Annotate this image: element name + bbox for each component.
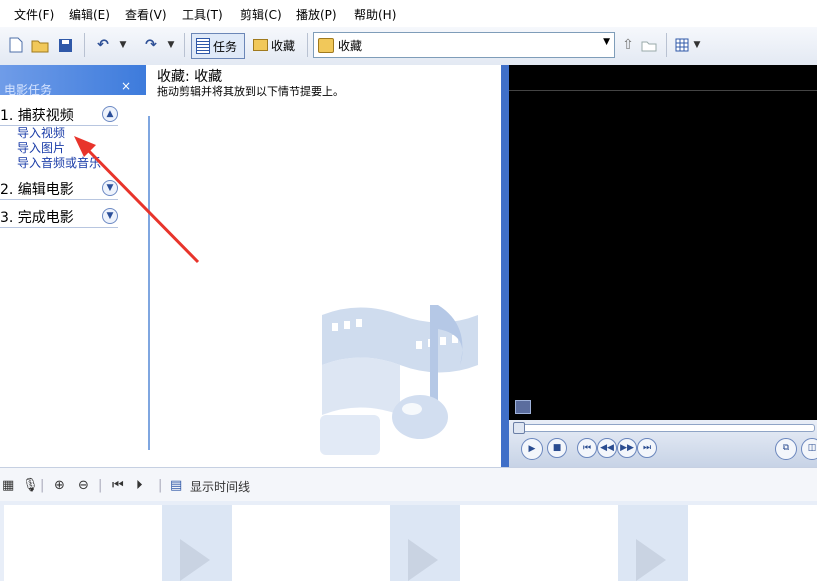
folder-icon (253, 39, 268, 51)
split-clip-icon[interactable]: ⧉ (775, 438, 797, 460)
menu-bar: 文件(F) 编辑(E) 查看(V) 工具(T) 剪辑(C) 播放(P) 帮助(H… (0, 0, 817, 27)
tasks-label: 任务 (213, 39, 238, 54)
collection-content-pane: 收藏: 收藏 拖动剪辑并将其放到以下情节提要上。 (150, 65, 501, 467)
toolbar-separator: | (158, 478, 163, 493)
collection-hint: 拖动剪辑并将其放到以下情节提要上。 (157, 85, 344, 98)
collection-select[interactable]: 收藏 ▼ (313, 32, 615, 58)
transition-arrow-icon (636, 539, 666, 581)
narrate-icon[interactable]: 🎙︎ (22, 478, 39, 493)
menu-tools[interactable]: 工具(T) (182, 6, 223, 23)
main-toolbar: ↶ ▼ ↷ ▼ 任务 收藏 收藏 ▼ ⇧ ▼ (0, 27, 817, 66)
timeline-icon[interactable]: ▤ (170, 478, 182, 493)
undo-icon[interactable]: ↶ (92, 35, 114, 55)
new-project-icon[interactable] (8, 35, 24, 55)
collection-select-value: 收藏 (338, 38, 363, 53)
storyboard-toolbar: ▦ 🎙︎ | ⊕ ⊖ | ⏮ ⏵ | ▤ 显示时间线 (0, 467, 817, 502)
menu-play[interactable]: 播放(P) (296, 6, 337, 23)
new-collection-icon[interactable] (640, 35, 658, 55)
step-label: 2. 编辑电影 (0, 182, 74, 198)
menu-edit[interactable]: 编辑(E) (69, 6, 110, 23)
storyboard-clip-slot[interactable] (232, 505, 390, 581)
fullscreen-icon[interactable] (515, 400, 531, 414)
step-label: 1. 捕获视频 (0, 108, 74, 124)
tasks-pane-header: 电影任务 × (0, 65, 146, 97)
play-icon[interactable]: ▶ (521, 438, 543, 460)
play-storyboard-icon[interactable]: ⏵ (136, 478, 143, 493)
zoom-out-icon[interactable]: ⊖ (78, 478, 89, 493)
step-capture-video[interactable]: 1. 捕获视频 ▲ (0, 105, 118, 126)
collection-select-icon (318, 37, 334, 53)
zoom-in-icon[interactable]: ⊕ (54, 478, 65, 493)
preview-monitor: ▶ ■ ⏮ ◀◀ ▶▶ ⏭ ⧉ ◫ (509, 65, 817, 467)
rewind-storyboard-icon[interactable]: ⏮ (112, 478, 124, 493)
storyboard-clip-slot[interactable] (688, 505, 817, 581)
movie-maker-watermark-icon (320, 305, 478, 455)
undo-dropdown-icon[interactable]: ▼ (118, 35, 128, 55)
up-level-icon[interactable]: ⇧ (619, 35, 637, 55)
save-icon[interactable] (56, 35, 74, 55)
view-dropdown-icon[interactable]: ▼ (692, 35, 702, 55)
step-edit-movie[interactable]: 2. 编辑电影 ▼ (0, 179, 118, 200)
next-frame-icon[interactable]: ⏭ (637, 438, 657, 458)
collections-button[interactable]: 收藏 (251, 33, 301, 57)
take-picture-icon[interactable]: ◫ (801, 438, 817, 460)
menu-file[interactable]: 文件(F) (14, 6, 54, 23)
toolbar-separator: | (40, 478, 45, 493)
rewind-icon[interactable]: ◀◀ (597, 438, 617, 458)
chevron-down-icon[interactable]: ▼ (102, 208, 118, 224)
previous-frame-icon[interactable]: ⏮ (577, 438, 597, 458)
redo-icon[interactable]: ↷ (140, 35, 162, 55)
menu-help[interactable]: 帮助(H) (354, 6, 396, 23)
collections-label: 收藏 (271, 38, 296, 53)
step-finish-movie[interactable]: 3. 完成电影 ▼ (0, 207, 118, 228)
seek-bar[interactable] (513, 424, 815, 432)
view-options-icon[interactable] (674, 35, 690, 55)
toolbar-separator: | (98, 478, 103, 493)
storyboard-clip-slot[interactable] (460, 505, 618, 581)
chevron-down-icon: ▼ (603, 37, 610, 47)
movie-tasks-pane: 电影任务 × 1. 捕获视频 ▲ 导入视频 导入图片 导入音频或音乐 2. 编辑… (0, 65, 150, 467)
seek-handle[interactable] (513, 422, 525, 434)
storyboard-clip-slot[interactable] (4, 505, 162, 581)
playback-controls: ▶ ■ ⏮ ◀◀ ▶▶ ⏭ ⧉ ◫ (509, 420, 817, 467)
monitor-divider (509, 90, 817, 91)
chevron-down-icon[interactable]: ▼ (102, 180, 118, 196)
chevron-up-icon[interactable]: ▲ (102, 106, 118, 122)
show-timeline-button[interactable]: 显示时间线 (190, 478, 250, 495)
open-project-icon[interactable] (30, 35, 50, 55)
forward-icon[interactable]: ▶▶ (617, 438, 637, 458)
redo-dropdown-icon[interactable]: ▼ (166, 35, 176, 55)
tasks-list-icon (196, 38, 210, 54)
menu-clip[interactable]: 剪辑(C) (240, 6, 282, 23)
pane-border (501, 65, 509, 467)
tasks-button[interactable]: 任务 (191, 33, 245, 59)
tasks-pane-title: 电影任务 (4, 83, 53, 97)
stop-icon[interactable]: ■ (547, 438, 567, 458)
close-icon[interactable]: × (121, 79, 131, 93)
import-audio-link[interactable]: 导入音频或音乐 (17, 154, 105, 171)
transition-arrow-icon (408, 539, 438, 581)
menu-view[interactable]: 查看(V) (125, 6, 167, 23)
transition-arrow-icon (180, 539, 210, 581)
step-label: 3. 完成电影 (0, 210, 74, 226)
storyboard-grid-icon[interactable]: ▦ (2, 478, 14, 493)
storyboard (0, 501, 817, 581)
